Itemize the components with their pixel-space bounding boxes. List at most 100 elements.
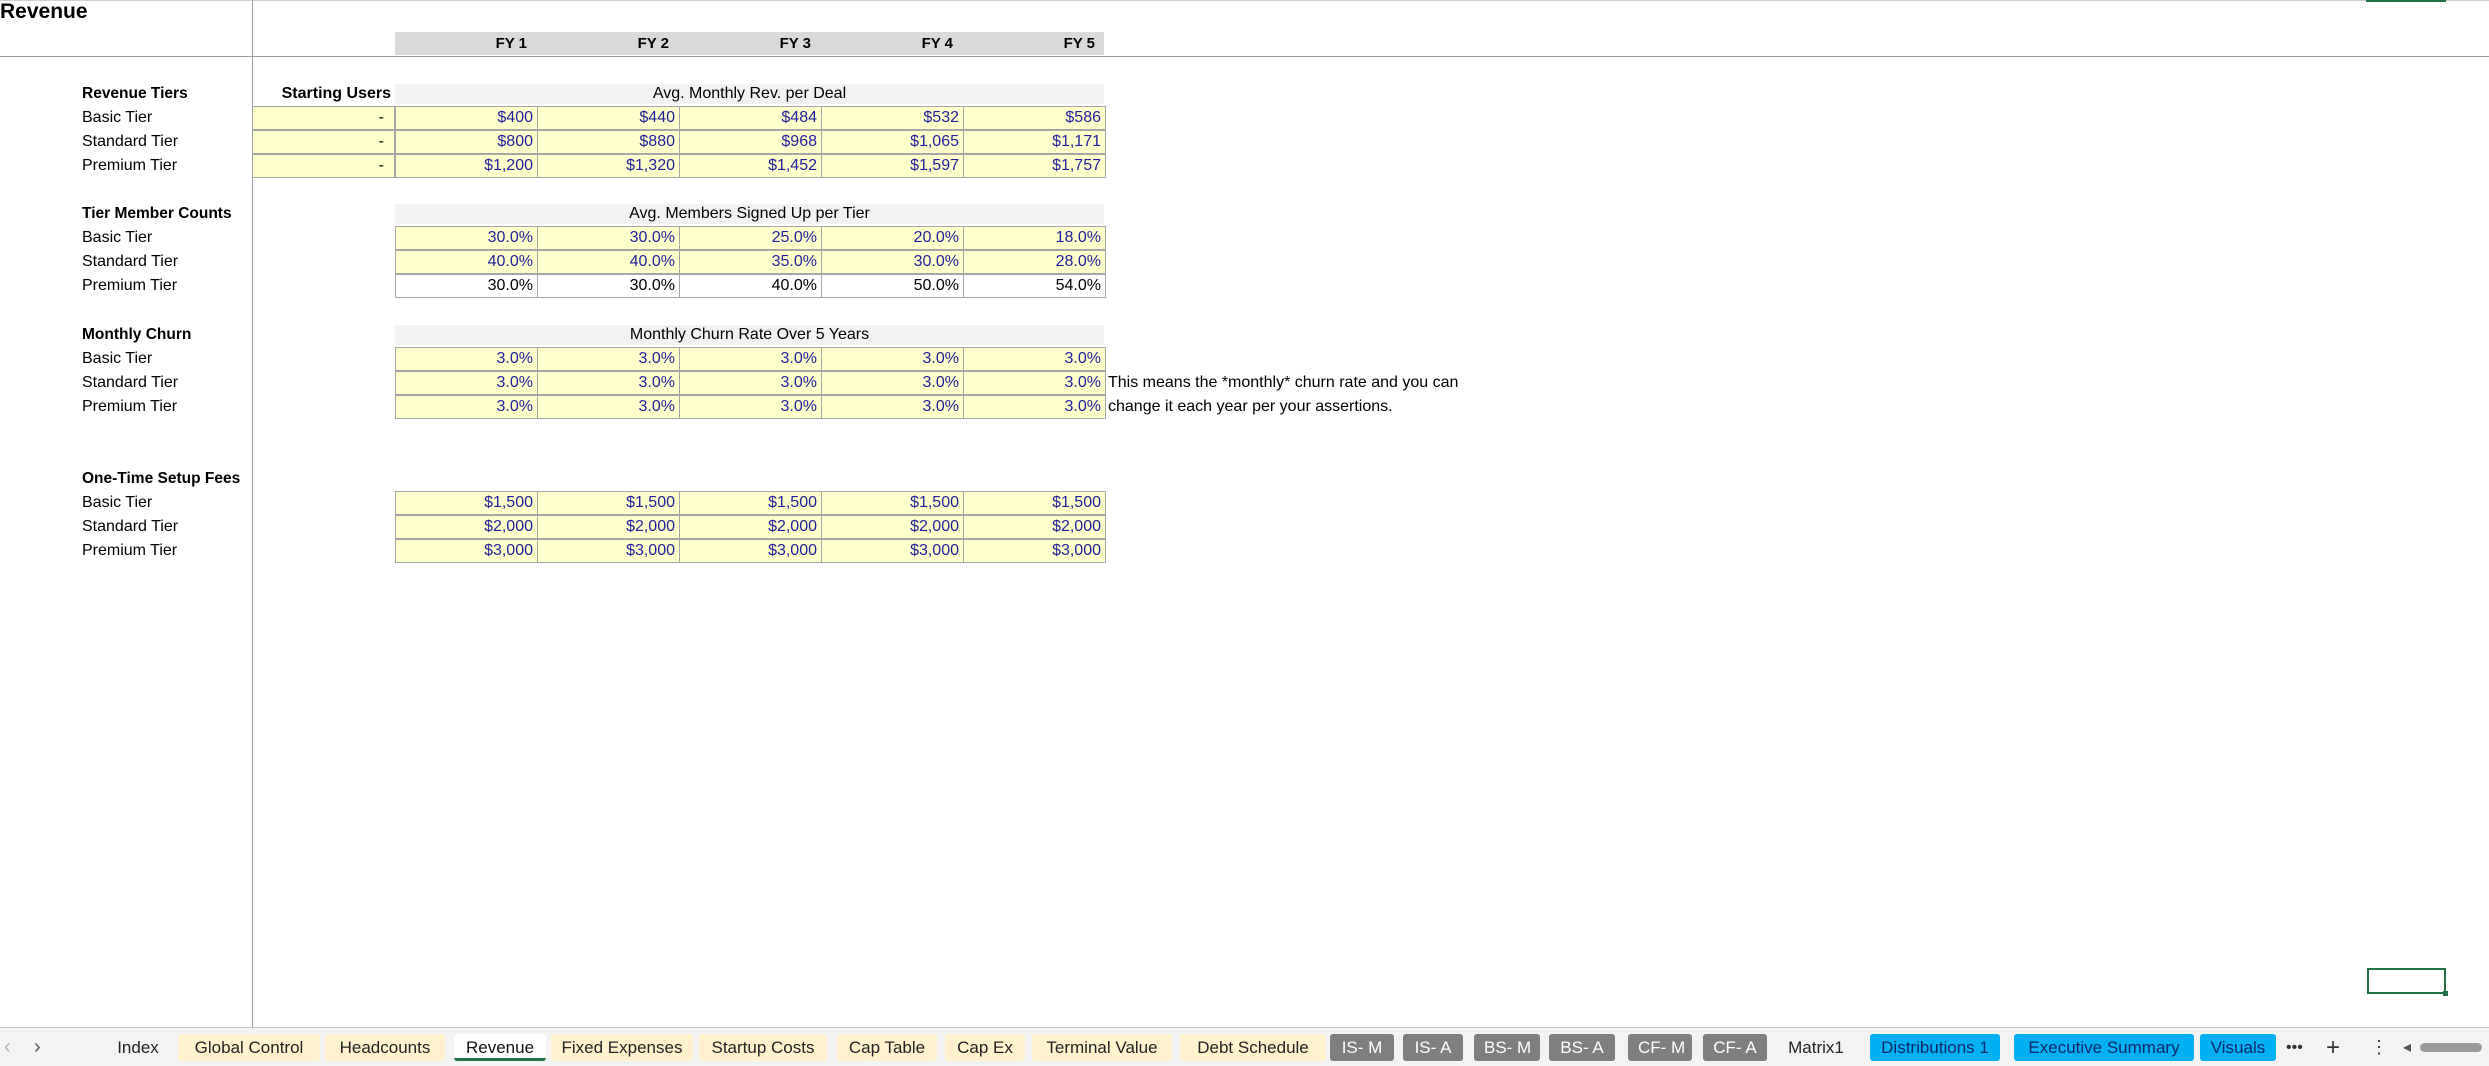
value-cell[interactable]: 50.0% (821, 274, 964, 298)
tab-startup-costs[interactable]: Startup Costs (699, 1034, 827, 1061)
tab-bs-m[interactable]: BS- M (1474, 1034, 1540, 1061)
row-label: Basic Tier (82, 350, 153, 367)
scroll-left-icon[interactable]: ◂ (2403, 1034, 2411, 1061)
value-cell[interactable]: 20.0% (821, 226, 964, 250)
value-cell[interactable]: $800 (395, 130, 538, 154)
value-cell[interactable]: 3.0% (963, 371, 1106, 395)
value-cell[interactable]: 3.0% (679, 395, 822, 419)
tab-headcounts[interactable]: Headcounts (325, 1034, 445, 1061)
fiscal-year-header: FY 4 (921, 35, 953, 52)
fiscal-year-header: FY 5 (1063, 35, 1095, 52)
value-cell[interactable]: 3.0% (395, 371, 538, 395)
tab-cf-m[interactable]: CF- M (1628, 1034, 1692, 1061)
value-cell[interactable]: 3.0% (821, 347, 964, 371)
value-cell[interactable]: 40.0% (395, 250, 538, 274)
starting-users-cell[interactable]: - (253, 106, 395, 130)
value-cell[interactable]: $880 (537, 130, 680, 154)
value-cell[interactable]: $3,000 (395, 539, 538, 563)
value-cell[interactable]: $968 (679, 130, 822, 154)
value-cell[interactable]: 25.0% (679, 226, 822, 250)
value-cell[interactable]: $484 (679, 106, 822, 130)
tab-cf-a[interactable]: CF- A (1703, 1034, 1767, 1061)
tab-bs-a[interactable]: BS- A (1549, 1034, 1615, 1061)
value-cell[interactable]: $1,597 (821, 154, 964, 178)
value-cell[interactable]: $2,000 (821, 515, 964, 539)
value-cell[interactable]: $1,320 (537, 154, 680, 178)
value-cell[interactable]: $2,000 (963, 515, 1106, 539)
row-label: Standard Tier (82, 133, 179, 150)
value-cell[interactable]: $1,452 (679, 154, 822, 178)
tab-debt-schedule[interactable]: Debt Schedule (1180, 1034, 1326, 1061)
value-cell[interactable]: $586 (963, 106, 1106, 130)
value-cell[interactable]: $3,000 (963, 539, 1106, 563)
value-cell[interactable]: 40.0% (679, 274, 822, 298)
value-cell[interactable]: 28.0% (963, 250, 1106, 274)
value-cell[interactable]: 3.0% (821, 371, 964, 395)
value-cell[interactable]: $1,500 (537, 491, 680, 515)
value-cell[interactable]: 30.0% (537, 274, 680, 298)
vertical-dots-icon[interactable]: ⋮ (2370, 1034, 2388, 1061)
value-cell[interactable]: $1,171 (963, 130, 1106, 154)
tab-is-a[interactable]: IS- A (1403, 1034, 1463, 1061)
tab-terminal-value[interactable]: Terminal Value (1032, 1034, 1172, 1061)
value-cell[interactable]: 18.0% (963, 226, 1106, 250)
value-cell[interactable]: $3,000 (821, 539, 964, 563)
value-cell[interactable]: 3.0% (537, 371, 680, 395)
tab-distributions-1[interactable]: Distributions 1 (1870, 1034, 2000, 1061)
tab-executive-summary[interactable]: Executive Summary (2014, 1034, 2194, 1061)
value-cell[interactable]: $1,500 (963, 491, 1106, 515)
chevron-right-icon[interactable]: › (34, 1034, 41, 1061)
value-cell[interactable]: 30.0% (395, 274, 538, 298)
value-cell[interactable]: $440 (537, 106, 680, 130)
value-cell[interactable]: 30.0% (537, 226, 680, 250)
value-cell[interactable]: $1,500 (679, 491, 822, 515)
value-cell[interactable]: 3.0% (963, 347, 1106, 371)
value-cell[interactable]: 40.0% (537, 250, 680, 274)
value-cell[interactable]: $2,000 (537, 515, 680, 539)
value-cell[interactable]: $1,200 (395, 154, 538, 178)
value-cell[interactable]: 3.0% (963, 395, 1106, 419)
value-cell[interactable]: $1,500 (395, 491, 538, 515)
selected-cell[interactable] (2367, 968, 2448, 996)
value-cell[interactable]: 3.0% (821, 395, 964, 419)
value-cell[interactable]: 3.0% (395, 395, 538, 419)
value-cell[interactable]: $3,000 (679, 539, 822, 563)
value-cell[interactable]: $400 (395, 106, 538, 130)
tab-cap-table[interactable]: Cap Table (837, 1034, 937, 1061)
tab-visuals[interactable]: Visuals (2200, 1034, 2276, 1061)
value-cell[interactable]: 54.0% (963, 274, 1106, 298)
more-tabs-icon[interactable]: ••• (2286, 1034, 2303, 1061)
tab-is-m[interactable]: IS- M (1330, 1034, 1394, 1061)
value-cell[interactable]: 3.0% (395, 347, 538, 371)
tab-fixed-expenses[interactable]: Fixed Expenses (551, 1034, 693, 1061)
value-cell[interactable]: $1,757 (963, 154, 1106, 178)
value-cell[interactable]: $1,500 (821, 491, 964, 515)
tab-global-control[interactable]: Global Control (178, 1034, 320, 1061)
value-cell[interactable]: $3,000 (537, 539, 680, 563)
value-cell[interactable]: 35.0% (679, 250, 822, 274)
chevron-left-icon[interactable]: ‹ (4, 1034, 11, 1061)
tab-cap-ex[interactable]: Cap Ex (945, 1034, 1025, 1061)
value-cell[interactable]: $2,000 (679, 515, 822, 539)
value-cell[interactable]: 30.0% (821, 250, 964, 274)
row-label: Premium Tier (82, 277, 178, 294)
horizontal-scrollbar[interactable] (2420, 1043, 2482, 1052)
value-cell[interactable]: $532 (821, 106, 964, 130)
starting-users-cell[interactable]: - (253, 154, 395, 178)
value-cell[interactable]: 3.0% (679, 371, 822, 395)
tab-matrix1[interactable]: Matrix1 (1774, 1034, 1858, 1061)
value-cell[interactable]: 3.0% (537, 395, 680, 419)
row-label: Premium Tier (82, 542, 178, 559)
active-indicator (2366, 0, 2446, 2)
value-cell[interactable]: 3.0% (537, 347, 680, 371)
value-cell[interactable]: $1,065 (821, 130, 964, 154)
value-cell[interactable]: $2,000 (395, 515, 538, 539)
row-label: Basic Tier (82, 109, 153, 126)
value-cell[interactable]: 3.0% (679, 347, 822, 371)
tab-revenue[interactable]: Revenue (454, 1034, 546, 1061)
row-label: Premium Tier (82, 398, 178, 415)
value-cell[interactable]: 30.0% (395, 226, 538, 250)
starting-users-cell[interactable]: - (253, 130, 395, 154)
add-sheet-icon[interactable]: + (2326, 1034, 2340, 1061)
tab-index[interactable]: Index (104, 1034, 172, 1061)
